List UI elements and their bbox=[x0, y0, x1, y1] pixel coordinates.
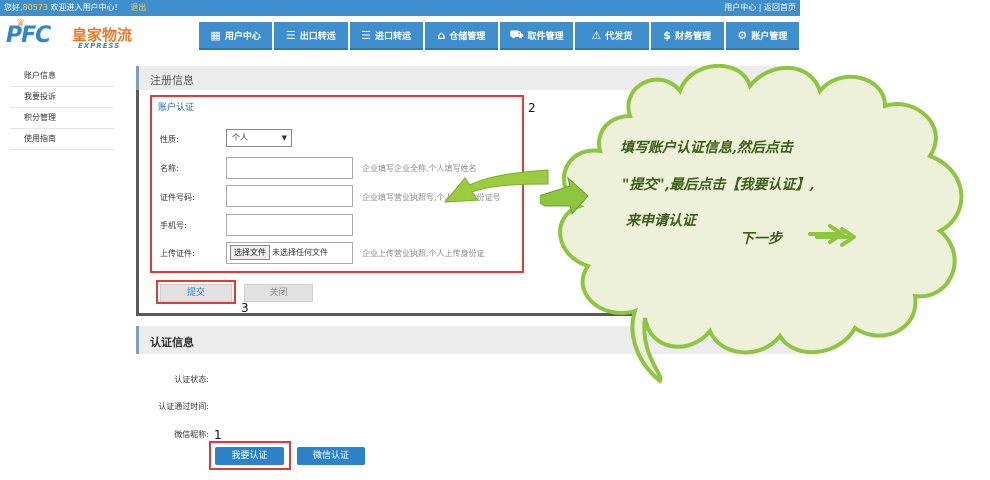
dollar-icon: $ bbox=[663, 28, 671, 42]
nav-label: 账户管理 bbox=[751, 31, 788, 42]
register-title: 注册信息 bbox=[150, 74, 194, 87]
car-icon: ⛟ bbox=[509, 27, 524, 41]
nav-label: 财务管理 bbox=[674, 31, 711, 42]
gender-label: 性质: bbox=[160, 135, 179, 144]
gender-select[interactable]: 个人 ▼ bbox=[226, 129, 292, 147]
name-label: 名称: bbox=[160, 164, 179, 173]
gender-value: 个人 bbox=[232, 133, 248, 142]
nav-pickup[interactable]: ⛟ 取件管理 bbox=[500, 22, 574, 50]
nav-label: 取件管理 bbox=[527, 31, 564, 42]
sidebar-item-points[interactable]: 积分管理 bbox=[10, 108, 114, 129]
sidebar-item-complaint[interactable]: 我要投诉 bbox=[10, 87, 114, 108]
form-subtitle: 账户认证 bbox=[158, 103, 195, 113]
nav-warehouse[interactable]: ⌂ 仓储管理 bbox=[424, 22, 498, 50]
nav-label: 用户中心 bbox=[224, 31, 261, 42]
main-nav: ▦ 用户中心 ☰ 出口转运 ☰ 进口转运 ⌂ 仓储管理 ⛟ 取件管理 ⚠ 代发货 $ 财务管理… bbox=[199, 22, 799, 50]
nav-dropship[interactable]: ⚠ 代发货 bbox=[575, 22, 649, 50]
warning-icon: ⚠ bbox=[591, 28, 602, 42]
sidebar: 账户信息 我要投诉 积分管理 使用指南 bbox=[10, 66, 114, 150]
phone-label: 手机号: bbox=[160, 221, 187, 230]
step-number-1: 1 bbox=[214, 428, 222, 442]
phone-input[interactable] bbox=[226, 214, 353, 236]
nav-label: 进口转运 bbox=[375, 31, 412, 42]
callout-line-2: "提交",最后点击【我要认证】, bbox=[622, 177, 815, 193]
nav-label: 仓储管理 bbox=[449, 31, 486, 42]
gear-icon: ⚙ bbox=[737, 28, 748, 42]
top-right-links[interactable]: 用户中心 | 返回首页 bbox=[724, 0, 796, 16]
welcome-message: 您好,80573 欢迎进入用户中心! 退出 bbox=[4, 0, 146, 16]
upload-label: 上传证件: bbox=[160, 249, 195, 258]
top-bar: 您好,80573 欢迎进入用户中心! 退出 用户中心 | 返回首页 bbox=[0, 0, 800, 16]
logo-brand: PFC bbox=[6, 23, 51, 48]
nav-account[interactable]: ⚙ 账户管理 bbox=[725, 22, 799, 50]
sidebar-item-account-info[interactable]: 账户信息 bbox=[10, 66, 114, 87]
upload-hint: 企业上传营业执照,个人上传身份证 bbox=[362, 249, 485, 258]
logout-link[interactable]: 退出 bbox=[130, 3, 146, 12]
dropdown-arrow-icon: ▼ bbox=[281, 134, 287, 142]
greeting-text: 您好, bbox=[4, 3, 23, 12]
callout-line-3: 来申请认证 bbox=[626, 213, 696, 229]
callout-arrow bbox=[443, 169, 549, 203]
list-icon: ☰ bbox=[285, 28, 296, 42]
auth-title: 认证信息 bbox=[150, 336, 194, 349]
list-icon: ☰ bbox=[361, 28, 372, 42]
wechat-nick-label: 微信昵称: bbox=[174, 430, 209, 439]
my-auth-button[interactable]: 我要认证 bbox=[215, 447, 284, 465]
sidebar-item-guide[interactable]: 使用指南 bbox=[10, 129, 114, 150]
callout-line-1: 填写账户认证信息,然后点击 bbox=[620, 140, 793, 156]
file-upload: 选择文件 未选择任何文件 bbox=[226, 242, 353, 264]
nav-export[interactable]: ☰ 出口转运 bbox=[274, 22, 348, 50]
nav-finance[interactable]: $ 财务管理 bbox=[650, 22, 724, 50]
logo-name-en: EXPRESS bbox=[78, 42, 121, 50]
welcome-text: 欢迎进入用户中心! bbox=[50, 3, 118, 12]
grid-icon: ▦ bbox=[210, 28, 221, 42]
id-number-label: 证件号码: bbox=[160, 193, 195, 202]
user-id: 80573 bbox=[22, 3, 48, 12]
callout-bubble bbox=[537, 56, 990, 386]
nav-label: 代发货 bbox=[605, 31, 633, 42]
nav-label: 出口转运 bbox=[299, 31, 336, 42]
step-number-3: 3 bbox=[241, 301, 249, 315]
submit-button[interactable]: 提交 bbox=[160, 284, 232, 302]
no-file-text: 未选择任何文件 bbox=[272, 248, 328, 257]
logo[interactable]: ♛ PFC 皇家物流 EXPRESS bbox=[6, 18, 146, 52]
auth-status-label: 认证状态: bbox=[174, 375, 209, 384]
home-icon: ⌂ bbox=[437, 28, 446, 42]
auth-pass-time-label: 认证通过时间: bbox=[158, 402, 209, 411]
id-number-input[interactable] bbox=[226, 185, 353, 207]
step-number-2: 2 bbox=[528, 101, 536, 115]
next-step-label[interactable]: 下一步 bbox=[740, 228, 782, 248]
nav-user-center[interactable]: ▦ 用户中心 bbox=[199, 22, 273, 50]
next-arrow-icon bbox=[815, 227, 856, 247]
name-input[interactable] bbox=[226, 157, 353, 179]
choose-file-button[interactable]: 选择文件 bbox=[230, 245, 270, 260]
wechat-auth-button[interactable]: 微信认证 bbox=[297, 447, 365, 465]
callout-cloud-shape bbox=[537, 63, 964, 384]
close-button[interactable]: 关闭 bbox=[244, 284, 313, 302]
nav-import[interactable]: ☰ 进口转运 bbox=[349, 22, 423, 50]
